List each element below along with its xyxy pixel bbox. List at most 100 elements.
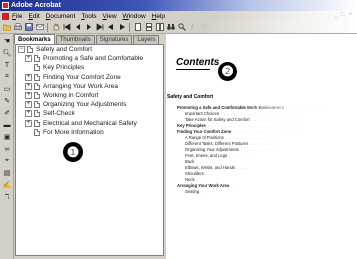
movie-tool-icon[interactable]: ▤ xyxy=(2,168,12,178)
section-heading: Safety and Comfort xyxy=(167,94,214,100)
tab-layers[interactable]: Layers xyxy=(133,35,160,44)
expand-toggle[interactable]: + xyxy=(25,73,32,81)
document-icon[interactable] xyxy=(2,12,9,20)
open-icon[interactable] xyxy=(2,23,11,32)
window-title: Adobe Acrobat xyxy=(11,2,61,9)
menu-tools[interactable]: Tools xyxy=(81,13,96,20)
bookmark-page-icon xyxy=(34,64,40,72)
hand-tool-icon[interactable]: ☚ xyxy=(2,36,12,46)
digital-signature-tool-icon[interactable]: ✍ xyxy=(2,180,12,190)
binoculars-icon[interactable] xyxy=(166,23,175,32)
tab-bookmarks[interactable]: Bookmarks xyxy=(14,34,55,44)
document-page: Contents ❷ Safety and Comfort Promoting … xyxy=(167,34,357,259)
menu-help[interactable]: Help xyxy=(152,13,165,20)
bookmark-label: Self-Check xyxy=(43,110,75,118)
menu-file[interactable]: File xyxy=(12,13,23,20)
column-select-tool-icon[interactable]: ⌗ xyxy=(2,72,12,82)
go-forward-icon[interactable] xyxy=(117,23,126,32)
next-page-icon[interactable] xyxy=(84,23,93,32)
bookmark-item[interactable]: + Working in Comfort xyxy=(16,91,163,100)
tab-signatures[interactable]: Signatures xyxy=(95,35,133,44)
prev-page-icon[interactable] xyxy=(73,23,82,32)
navigation-pane: Bookmarks Thumbnails Signatures Layers −… xyxy=(14,34,169,259)
expand-toggle[interactable]: + xyxy=(25,55,32,63)
window-controls[interactable]: _ □ × xyxy=(334,12,353,18)
text-select-tool-icon[interactable]: T xyxy=(2,60,12,70)
nav-tabs: Bookmarks Thumbnails Signatures Layers xyxy=(14,34,166,44)
toc-entry[interactable]: Seating. xyxy=(167,188,357,194)
crop-tool-icon[interactable]: ⌖ xyxy=(2,156,12,166)
bookmark-label: Working in Comfort xyxy=(43,92,99,100)
bookmark-label: Promoting a Safe and Comfortable xyxy=(43,55,144,63)
link-tool-icon[interactable]: ∞ xyxy=(2,144,12,154)
bookmark-label: Finding Your Comfort Zone xyxy=(43,73,121,81)
form-tool-icon[interactable]: ▣ xyxy=(2,132,12,142)
menu-document[interactable]: Document xyxy=(46,13,76,20)
callout-1: ❶ xyxy=(63,142,83,162)
bookmark-item[interactable]: + Organizing Your Adjustments xyxy=(16,100,163,109)
highlight-tool-icon[interactable]: ▬ xyxy=(2,120,12,130)
page-title: Contents xyxy=(176,57,220,68)
document-pane[interactable]: Contents ❷ Safety and Comfort Promoting … xyxy=(167,34,357,259)
menu-bar: File Edit Document Tools View Window Hel… xyxy=(0,11,357,21)
menu-window[interactable]: Window xyxy=(123,13,146,20)
zoom-tool-icon[interactable]: 🔍︎ xyxy=(2,48,12,58)
single-page-icon[interactable] xyxy=(133,23,142,32)
expand-toggle[interactable]: + xyxy=(25,82,32,90)
select-text-icon[interactable]: ƒ xyxy=(188,23,197,32)
bookmark-page-icon xyxy=(34,119,40,127)
bookmark-item[interactable]: − Safety and Comfort xyxy=(16,45,163,54)
continuous-page-icon[interactable] xyxy=(144,23,153,32)
pencil-tool-icon[interactable]: ✐ xyxy=(2,108,12,118)
collapse-toggle[interactable]: − xyxy=(18,46,25,54)
first-page-icon[interactable] xyxy=(62,23,71,32)
print-icon[interactable] xyxy=(13,23,22,32)
main-toolbar: ƒ ⊡ xyxy=(0,21,357,34)
toc-list: Promoting a Safe and Comfortable Work En… xyxy=(167,104,357,194)
bookmark-page-icon xyxy=(34,55,40,63)
bookmark-label: For More Information xyxy=(43,128,104,136)
bookmark-label: Safety and Comfort xyxy=(36,46,92,54)
bookmark-label: Key Principles xyxy=(43,64,85,72)
touchup-tool-icon[interactable]: ℸ xyxy=(2,192,12,202)
bookmark-item[interactable]: + Finding Your Comfort Zone xyxy=(16,73,163,82)
menu-view[interactable]: View xyxy=(103,13,117,20)
hand-icon[interactable] xyxy=(51,23,60,32)
bookmark-page-icon xyxy=(34,128,40,136)
expand-toggle[interactable]: + xyxy=(25,119,32,127)
bookmark-page-icon xyxy=(34,110,40,118)
expand-toggle[interactable]: + xyxy=(25,110,32,118)
bookmark-item[interactable]: + Electrical and Mechanical Safety xyxy=(16,119,163,128)
callout-2: ❷ xyxy=(218,62,237,81)
toolbar-separator xyxy=(129,22,130,32)
bookmark-label: Arranging Your Work Area xyxy=(43,82,119,90)
acrobat-window: Adobe Acrobat File Edit Document Tools V… xyxy=(0,0,357,259)
bookmark-tree: − Safety and Comfort + Promoting a Safe … xyxy=(15,44,164,256)
menu-edit[interactable]: Edit xyxy=(29,13,40,20)
bookmark-label: Electrical and Mechanical Safety xyxy=(43,119,137,127)
last-page-icon[interactable] xyxy=(95,23,104,32)
bookmark-item[interactable]: + Self-Check xyxy=(16,109,163,118)
bookmark-page-icon xyxy=(34,82,40,90)
graphics-select-icon[interactable]: ⊡ xyxy=(199,23,208,32)
bookmark-page-icon xyxy=(34,73,40,81)
email-icon[interactable] xyxy=(35,23,44,32)
bookmark-item[interactable]: + Promoting a Safe and Comfortable xyxy=(16,54,163,63)
facing-pages-icon[interactable] xyxy=(155,23,164,32)
bookmark-item[interactable]: For More Information xyxy=(16,128,163,137)
graphics-select-tool-icon[interactable]: ▭ xyxy=(2,84,12,94)
save-icon[interactable] xyxy=(24,23,33,32)
tab-thumbnails[interactable]: Thumbnails xyxy=(55,35,95,44)
bookmark-page-icon xyxy=(27,46,33,54)
acrobat-app-icon xyxy=(2,2,9,9)
bookmark-item[interactable]: Key Principles xyxy=(16,63,163,72)
note-tool-icon[interactable]: ✎ xyxy=(2,96,12,106)
bookmark-item[interactable]: + Arranging Your Work Area xyxy=(16,82,163,91)
expand-toggle[interactable]: + xyxy=(25,92,32,100)
bookmark-page-icon xyxy=(34,101,40,109)
expand-toggle[interactable]: + xyxy=(25,101,32,109)
tool-column: ☚ 🔍︎ T ⌗ ▭ ✎ ✐ ▬ ▣ ∞ ⌖ ▤ ✍ ℸ xyxy=(0,34,14,259)
go-back-icon[interactable] xyxy=(106,23,115,32)
find-icon[interactable] xyxy=(177,23,186,32)
toolbar-separator xyxy=(47,22,48,32)
